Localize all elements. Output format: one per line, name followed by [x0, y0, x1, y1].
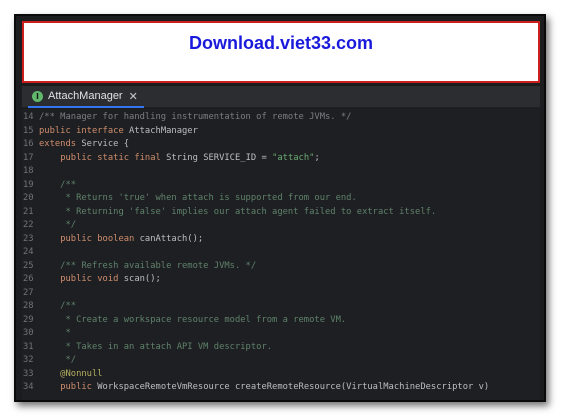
code-line[interactable]: 15 public interface AttachManager: [22, 125, 540, 139]
watermark-banner: Download.viet33.com: [22, 21, 540, 83]
line-number: 31: [23, 341, 34, 352]
line-number: 34: [23, 382, 34, 392]
code-line[interactable]: 27: [22, 287, 540, 301]
code-line[interactable]: 29 * Create a workspace resource model f…: [22, 314, 540, 328]
code-line[interactable]: 20 * Returns 'true' when attach is suppo…: [22, 192, 540, 206]
line-number: 29: [23, 314, 34, 325]
line-number: 14: [23, 112, 34, 122]
line-number: 33: [23, 368, 34, 379]
code-token: */: [39, 355, 77, 365]
line-number: 24: [23, 247, 34, 257]
tab-label: AttachManager: [48, 90, 123, 102]
code-token: public static final: [60, 152, 167, 163]
code-token: /**: [39, 301, 77, 311]
code-line[interactable]: 19 /**: [22, 179, 540, 193]
code-line[interactable]: 18: [22, 165, 540, 179]
code-line[interactable]: 32 */: [22, 354, 540, 368]
line-number: 18: [23, 166, 34, 176]
code-editor[interactable]: 14 /** Manager for handling instrumentati…: [22, 109, 540, 400]
interface-icon: I: [32, 90, 43, 102]
code-token: WorkspaceRemoteVmResource createRemoteRe…: [97, 382, 490, 392]
line-number: 23: [23, 233, 34, 244]
code-token: canAttach();: [139, 233, 204, 244]
line-number: 22: [23, 220, 34, 230]
code-token: */: [39, 220, 77, 230]
line-number: 20: [23, 193, 34, 203]
code-line[interactable]: 16 extends Service {: [22, 138, 540, 152]
code-line[interactable]: 21 * Returning 'false' implies our attac…: [22, 206, 540, 220]
code-token: * Takes in an attach API VM descriptor.: [39, 341, 273, 352]
line-number: 17: [23, 152, 34, 163]
code-line[interactable]: 25 /** Refresh available remote JVMs. */: [22, 260, 540, 274]
editor-tab-bar: I AttachManager ✕: [22, 86, 540, 108]
code-token: public void: [60, 274, 124, 284]
code-token: /** Refresh available remote JVMs. */: [39, 260, 257, 271]
code-line[interactable]: 17 public static final String SERVICE_ID…: [22, 152, 540, 166]
line-number: 25: [23, 260, 34, 271]
watermark-text: Download.viet33.com: [188, 33, 374, 53]
line-number: 21: [23, 206, 34, 217]
code-token: Service {: [81, 139, 130, 149]
code-line[interactable]: 23 public boolean canAttach();: [22, 233, 540, 247]
line-number: 15: [23, 125, 34, 136]
code-token: * Returns 'true' when attach is supporte…: [39, 193, 357, 203]
code-token: *: [39, 328, 71, 338]
code-line[interactable]: 30 *: [22, 327, 540, 341]
line-number: 32: [23, 355, 34, 365]
line-number: 19: [23, 179, 34, 190]
code-line[interactable]: 33 @Nonnull: [22, 368, 540, 382]
code-token: "attach": [272, 152, 315, 163]
screenshot-frame: Download.viet33.com I AttachManager ✕ 14…: [14, 14, 546, 402]
code-line[interactable]: 24: [22, 246, 540, 260]
code-token: public: [60, 382, 98, 392]
code-token: ;: [314, 152, 320, 163]
tab-attachmanager[interactable]: I AttachManager ✕: [28, 86, 144, 108]
code-token: AttachManager: [129, 125, 198, 136]
close-icon[interactable]: ✕: [129, 90, 138, 103]
code-line[interactable]: 28 /**: [22, 300, 540, 314]
line-number: 30: [23, 328, 34, 338]
line-number: 27: [23, 287, 34, 298]
code-line[interactable]: 22 */: [22, 219, 540, 233]
code-line[interactable]: 14 /** Manager for handling instrumentati…: [22, 111, 540, 125]
code-token: * Create a workspace resource model from…: [39, 314, 347, 325]
line-number: 26: [23, 274, 34, 284]
code-token: /** Manager for handling instrumentation…: [39, 112, 352, 122]
code-token: public boolean: [60, 233, 140, 244]
code-line[interactable]: 34 public WorkspaceRemoteVmResource crea…: [22, 381, 540, 395]
code-token: String SERVICE_ID =: [166, 152, 273, 163]
code-line[interactable]: 31 * Takes in an attach API VM descripto…: [22, 341, 540, 355]
code-line[interactable]: 26 public void scan();: [22, 273, 540, 287]
line-number: 28: [23, 301, 34, 311]
code-token: scan();: [123, 274, 161, 284]
code-token: /**: [39, 179, 77, 190]
code-token: * Returning 'false' implies our attach a…: [39, 206, 437, 217]
code-token: extends: [39, 139, 82, 149]
code-token: @Nonnull: [39, 368, 103, 379]
line-number: 16: [23, 139, 34, 149]
code-token: public interface: [39, 125, 130, 136]
